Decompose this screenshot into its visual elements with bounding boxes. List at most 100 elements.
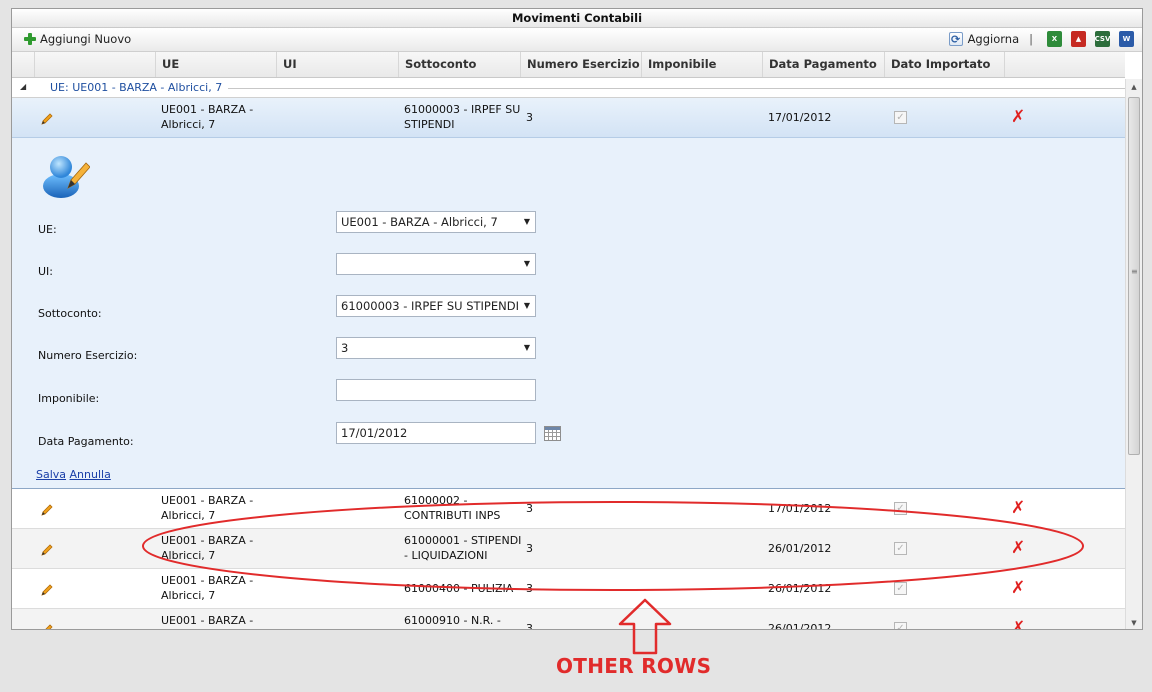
header-spacer: [12, 52, 34, 77]
column-header-ui[interactable]: UI: [276, 52, 398, 77]
cell-sottoconto: 61000001 - STIPENDI - LIQUIDAZIONI: [404, 534, 522, 562]
sottoconto-label: Sottoconto:: [38, 307, 102, 320]
dato-importato-checkbox: ✓: [894, 111, 907, 124]
column-header-dato-importato[interactable]: Dato Importato: [884, 52, 1004, 77]
refresh-label: Aggiorna: [967, 32, 1020, 46]
cell-ue: UE001 - BARZA - Albricci, 7: [161, 534, 254, 562]
cell-ue: UE001 - BARZA - Albricci, 7: [161, 103, 254, 131]
ue-select[interactable]: UE001 - BARZA - Albricci, 7 ▼: [336, 211, 536, 233]
imponibile-input[interactable]: [336, 379, 536, 401]
table-row[interactable]: UE001 - BARZA - 61000910 - N.R. - 3 26/0…: [12, 609, 1125, 630]
toolbar-separator: |: [1029, 32, 1033, 46]
ue-select-value: UE001 - BARZA - Albricci, 7: [341, 215, 498, 229]
dato-importato-checkbox: ✓: [894, 502, 907, 515]
plus-icon: [24, 33, 36, 45]
scroll-down-icon[interactable]: ▼: [1126, 615, 1142, 629]
cell-sottoconto: 61000400 - PULIZIA: [404, 582, 514, 595]
pencil-icon[interactable]: [40, 112, 54, 126]
pencil-icon[interactable]: [40, 583, 54, 597]
user-edit-icon: [43, 156, 90, 198]
cancel-link[interactable]: Annulla: [70, 468, 111, 481]
cell-sottoconto: 61000003 - IRPEF SU STIPENDI: [404, 103, 521, 131]
annotation-text: OTHER ROWS: [556, 654, 712, 678]
delete-icon[interactable]: ✗: [1011, 620, 1025, 630]
data-pagamento-label: Data Pagamento:: [38, 435, 134, 448]
cell-numero-esercizio: 3: [526, 111, 533, 124]
table-row[interactable]: UE001 - BARZA - Albricci, 7 61000400 - PU…: [12, 569, 1125, 609]
vertical-scrollbar[interactable]: ▲ ≡ ▼: [1125, 79, 1142, 629]
column-header-sottoconto[interactable]: Sottoconto: [398, 52, 520, 77]
column-header-ue[interactable]: UE: [155, 52, 276, 77]
toolbar-right: ⟳ Aggiorna | X ▲ CSV W: [948, 31, 1134, 47]
table-row[interactable]: UE001 - BARZA - Albricci, 7 61000002 - CON…: [12, 489, 1125, 529]
dato-importato-checkbox: ✓: [894, 582, 907, 595]
column-header-numero-esercizio[interactable]: Numero Esercizio: [520, 52, 641, 77]
group-label: UE: UE001 - BARZA - Albricci, 7: [50, 81, 229, 94]
grid-panel: Movimenti Contabili Aggiungi Nuovo ⟳ Agg…: [11, 8, 1143, 630]
numero-esercizio-label: Numero Esercizio:: [38, 349, 138, 362]
excel-icon[interactable]: X: [1047, 31, 1062, 47]
dato-importato-checkbox: ✓: [894, 542, 907, 555]
column-header-row: UE UI Sottoconto Numero Esercizio Imponi…: [12, 52, 1125, 78]
table-row-selected[interactable]: UE001 - BARZA - Albricci, 7 61000003 - IR…: [12, 98, 1125, 138]
cell-ue: UE001 - BARZA - Albricci, 7: [161, 494, 254, 522]
chevron-down-icon: ▼: [523, 301, 530, 310]
sottoconto-select[interactable]: 61000003 - IRPEF SU STIPENDI ▼: [336, 295, 536, 317]
pencil-icon[interactable]: [40, 543, 54, 557]
ui-select[interactable]: ▼: [336, 253, 536, 275]
cell-data-pagamento: 17/01/2012: [768, 111, 832, 124]
ue-label: UE:: [38, 223, 57, 236]
word-icon[interactable]: W: [1119, 31, 1134, 47]
pencil-icon[interactable]: [40, 503, 54, 517]
refresh-button[interactable]: ⟳ Aggiorna: [948, 32, 1020, 46]
cell-numero-esercizio: 3: [526, 582, 533, 595]
header-delete-col: [1004, 52, 1125, 77]
grip-icon: ≡: [1131, 267, 1138, 276]
cell-data-pagamento: 17/01/2012: [768, 502, 832, 515]
data-pagamento-input[interactable]: 17/01/2012: [336, 422, 536, 444]
csv-icon[interactable]: CSV: [1095, 31, 1110, 47]
scroll-up-icon[interactable]: ▲: [1126, 79, 1142, 95]
delete-icon[interactable]: ✗: [1011, 109, 1025, 126]
dato-importato-checkbox: ✓: [894, 622, 907, 629]
form-actions: Salva Annulla: [36, 468, 111, 481]
annotation-arrow-icon: [618, 598, 672, 655]
cell-data-pagamento: 26/01/2012: [768, 582, 832, 595]
scrollbar-thumb[interactable]: ≡: [1128, 97, 1140, 455]
table-row[interactable]: UE001 - BARZA - Albricci, 7 61000001 - ST…: [12, 529, 1125, 569]
cell-sottoconto: 61000910 - N.R. -: [404, 614, 501, 627]
cell-data-pagamento: 26/01/2012: [768, 622, 832, 630]
group-row: ◢ UE: UE001 - BARZA - Albricci, 7: [12, 78, 1125, 98]
pdf-icon[interactable]: ▲: [1071, 31, 1086, 47]
chevron-down-icon: ▼: [523, 259, 530, 268]
ui-label: UI:: [38, 265, 54, 278]
cell-ue: UE001 - BARZA -: [161, 614, 254, 627]
delete-icon[interactable]: ✗: [1011, 500, 1025, 517]
save-link[interactable]: Salva: [36, 468, 66, 481]
cell-numero-esercizio: 3: [526, 502, 533, 515]
cell-ue: UE001 - BARZA - Albricci, 7: [161, 574, 254, 602]
sottoconto-select-value: 61000003 - IRPEF SU STIPENDI: [341, 299, 519, 313]
column-header-imponibile[interactable]: Imponibile: [641, 52, 762, 77]
cell-numero-esercizio: 3: [526, 622, 533, 630]
delete-icon[interactable]: ✗: [1011, 580, 1025, 597]
add-new-button[interactable]: Aggiungi Nuovo: [24, 32, 131, 46]
toolbar: Aggiungi Nuovo ⟳ Aggiorna | X ▲ CSV W: [12, 28, 1142, 52]
edit-form: UE: UE001 - BARZA - Albricci, 7 ▼ UI: ▼ S…: [12, 138, 1125, 489]
calendar-icon[interactable]: [544, 426, 561, 441]
cell-numero-esercizio: 3: [526, 542, 533, 555]
numero-esercizio-select-value: 3: [341, 341, 349, 355]
group-collapse-icon[interactable]: ◢: [20, 82, 26, 91]
chevron-down-icon: ▼: [523, 217, 530, 226]
refresh-icon: ⟳: [948, 32, 963, 46]
add-new-label: Aggiungi Nuovo: [40, 32, 132, 46]
grid-title: Movimenti Contabili: [12, 9, 1142, 28]
delete-icon[interactable]: ✗: [1011, 540, 1025, 557]
cell-data-pagamento: 26/01/2012: [768, 542, 832, 555]
column-header-data-pagamento[interactable]: Data Pagamento: [762, 52, 884, 77]
imponibile-label: Imponibile:: [38, 392, 100, 405]
pencil-icon[interactable]: [40, 623, 54, 630]
numero-esercizio-select[interactable]: 3 ▼: [336, 337, 536, 359]
cell-sottoconto: 61000002 - CONTRIBUTI INPS: [404, 494, 501, 522]
header-edit-col: [34, 52, 155, 77]
